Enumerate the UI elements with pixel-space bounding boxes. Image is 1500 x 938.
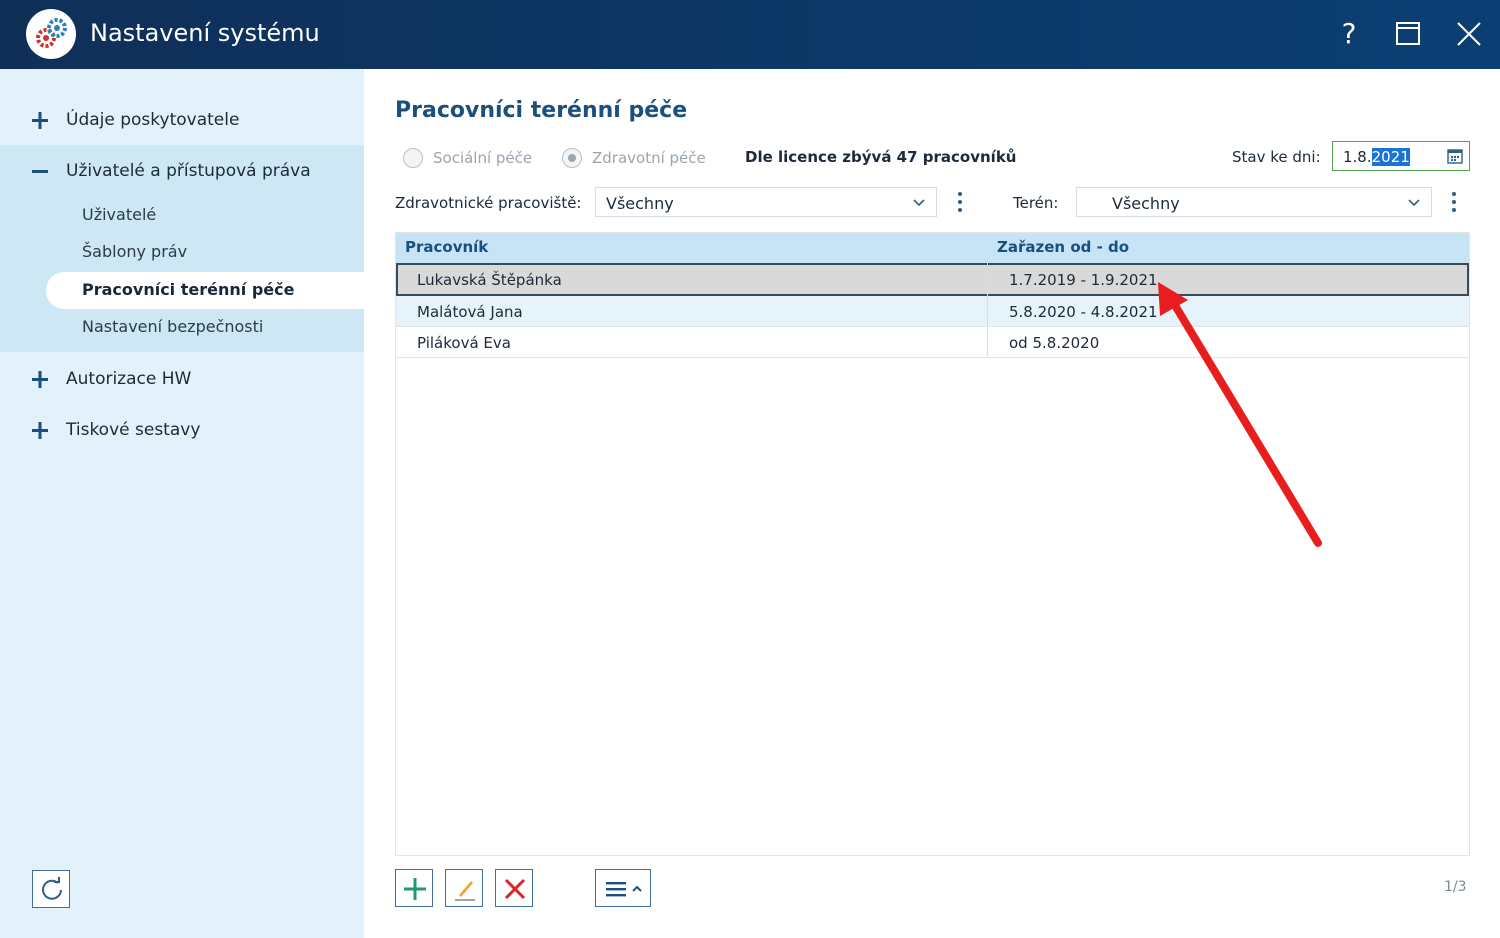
- calendar-icon[interactable]: [1447, 148, 1463, 164]
- sidebar-item-label: Tiskové sestavy: [66, 420, 201, 440]
- sidebar-item-uzivatele-a-pristupova-prava[interactable]: Uživatelé a přístupová práva: [0, 145, 364, 197]
- refresh-icon: [42, 877, 62, 900]
- workplace-label: Zdravotnické pracoviště:: [395, 194, 582, 212]
- radio-zdravotni-pece[interactable]: Zdravotní péče: [562, 147, 706, 169]
- maximize-icon: [1396, 22, 1420, 45]
- close-button[interactable]: [1449, 14, 1489, 54]
- sidebar-subitem-sablony-prav[interactable]: Šablony práv: [0, 234, 364, 271]
- cell-worker: Malátová Jana: [417, 303, 523, 321]
- terrain-select[interactable]: Všechny: [1076, 187, 1432, 217]
- plus-icon: [32, 422, 48, 439]
- cell-worker: Lukavská Štěpánka: [417, 271, 562, 289]
- x-icon: [504, 878, 526, 900]
- pencil-icon: [455, 881, 475, 901]
- sidebar-item-udaje-poskytovatele[interactable]: Údaje poskytovatele: [0, 94, 364, 146]
- page-indicator: 1/3: [1444, 879, 1467, 895]
- hamburger-menu-icon: [606, 882, 642, 897]
- date-value: 1.8.2021: [1343, 148, 1410, 166]
- sidebar-subitem-label: Nastavení bezpečnosti: [82, 317, 264, 336]
- sidebar-item-autorizace-hw[interactable]: Autorizace HW: [0, 353, 364, 405]
- page-title: Pracovníci terénní péče: [395, 98, 688, 123]
- title-bar: Nastavení systému ?: [0, 0, 1500, 69]
- plus-icon: [404, 878, 426, 900]
- add-button[interactable]: [395, 869, 433, 907]
- table-header: Pracovník Zařazen od - do: [396, 233, 1469, 263]
- table-row[interactable]: Lukavská Štěpánka 1.7.2019 - 1.9.2021: [396, 263, 1469, 296]
- column-header-period[interactable]: Zařazen od - do: [997, 238, 1129, 256]
- cell-period: 5.8.2020 - 4.8.2021: [1009, 303, 1158, 321]
- close-icon: [1457, 22, 1481, 46]
- table-row[interactable]: Malátová Jana 5.8.2020 - 4.8.2021: [396, 296, 1469, 327]
- gears-icon: [26, 9, 76, 59]
- cell-period: 1.7.2019 - 1.9.2021: [1009, 271, 1158, 289]
- radio-button[interactable]: [562, 148, 582, 168]
- workers-table: Pracovník Zařazen od - do Lukavská Štěpá…: [395, 232, 1470, 856]
- date-value-prefix: 1.8.: [1343, 148, 1372, 166]
- date-label: Stav ke dni:: [1232, 148, 1321, 166]
- edit-button[interactable]: [445, 869, 483, 907]
- sidebar-subitem-uzivatele[interactable]: Uživatelé: [0, 197, 364, 234]
- main-panel: Pracovníci terénní péče Sociální péče Zd…: [364, 69, 1500, 938]
- sidebar-item-label: Autorizace HW: [66, 369, 192, 389]
- sidebar-subitem-label: Pracovníci terénní péče: [82, 280, 295, 299]
- terrain-label: Terén:: [1013, 194, 1059, 212]
- delete-button[interactable]: [495, 869, 533, 907]
- cell-worker: Piláková Eva: [417, 334, 511, 352]
- table-row[interactable]: Piláková Eva od 5.8.2020: [396, 327, 1469, 358]
- radio-button[interactable]: [403, 148, 423, 168]
- sidebar-subitem-label: Šablony práv: [82, 242, 188, 261]
- date-value-selected: 2021: [1371, 148, 1410, 166]
- sidebar-subitem-label: Uživatelé: [82, 205, 157, 224]
- radio-label: Zdravotní péče: [592, 149, 706, 167]
- sidebar-subitem-nastaveni-bezpecnosti[interactable]: Nastavení bezpečnosti: [0, 309, 364, 346]
- sidebar-subitem-pracovnici-terenni-pece[interactable]: Pracovníci terénní péče: [46, 272, 364, 309]
- plus-icon: [32, 371, 48, 388]
- sidebar-item-label: Uživatelé a přístupová práva: [66, 161, 311, 181]
- column-separator: [987, 233, 988, 356]
- radio-label: Sociální péče: [433, 149, 533, 167]
- workplace-select[interactable]: Všechny: [595, 187, 937, 217]
- licence-info: Dle licence zbývá 47 pracovníků: [745, 148, 1017, 166]
- maximize-button[interactable]: [1388, 14, 1428, 54]
- chevron-down-icon: [1408, 199, 1420, 207]
- minus-icon: [32, 170, 48, 173]
- terrain-more-icon[interactable]: [1450, 192, 1458, 214]
- workplace-value: Všechny: [606, 194, 674, 213]
- radio-socialni-pece[interactable]: Sociální péče: [403, 147, 532, 169]
- plus-icon: [32, 112, 48, 129]
- chevron-down-icon: [913, 199, 925, 207]
- window-title: Nastavení systému: [90, 19, 320, 47]
- help-button[interactable]: ?: [1329, 14, 1369, 54]
- cell-period: od 5.8.2020: [1009, 334, 1100, 352]
- date-input[interactable]: 1.8.2021: [1332, 141, 1470, 171]
- sidebar-item-tiskove-sestavy[interactable]: Tiskové sestavy: [0, 404, 364, 456]
- sidebar: Údaje poskytovatele Uživatelé a přístupo…: [0, 69, 364, 938]
- refresh-button[interactable]: [32, 870, 70, 908]
- column-header-worker[interactable]: Pracovník: [405, 238, 488, 256]
- terrain-value: Všechny: [1112, 194, 1180, 213]
- sidebar-item-label: Údaje poskytovatele: [66, 110, 240, 130]
- workplace-more-icon[interactable]: [956, 192, 964, 214]
- menu-button[interactable]: [595, 869, 651, 907]
